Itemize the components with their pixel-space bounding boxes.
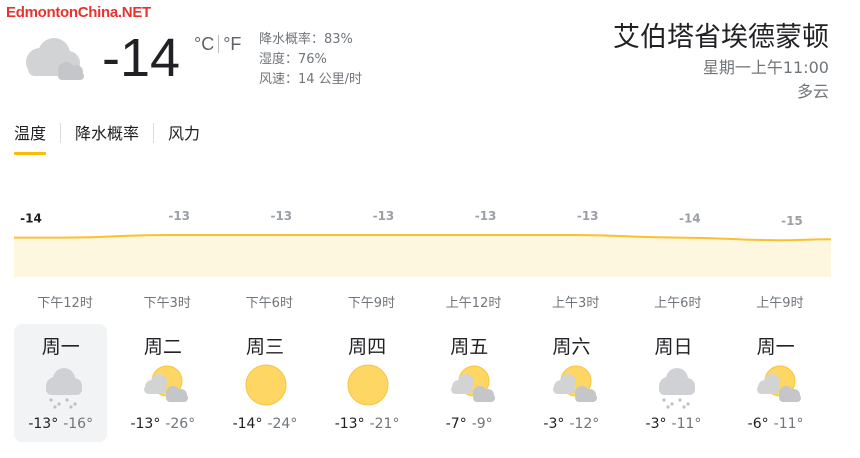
location-info: 艾伯塔省埃德蒙顿 星期一上午11:00 多云 bbox=[613, 20, 829, 104]
tab-divider bbox=[153, 122, 155, 143]
chart-data-label: -13 bbox=[475, 209, 497, 223]
snow-icon bbox=[658, 368, 695, 409]
chart-data-label: -13 bbox=[373, 209, 395, 223]
day-card[interactable]: 周二 -13° -26° bbox=[116, 324, 209, 442]
low-temp: -24° bbox=[267, 416, 298, 432]
chart-data-label: -13 bbox=[270, 209, 292, 223]
chart-data-label: -14 bbox=[20, 212, 42, 226]
tab-divider bbox=[60, 122, 62, 143]
day-name: 周四 bbox=[348, 336, 387, 358]
time-axis: 下午12时 下午3时 下午6时 下午9时 上午12时 上午3时 上午6时 上午9时 bbox=[14, 292, 831, 312]
day-card[interactable]: 周一 -13° -16° bbox=[14, 324, 108, 442]
weather-details: 降水概率：83% 湿度：76% 风速：14 公里/时 bbox=[259, 30, 362, 90]
time-label: 上午3时 bbox=[552, 296, 600, 311]
day-temps: -7° -9° bbox=[423, 416, 516, 432]
low-temp: -21° bbox=[369, 416, 400, 432]
partly-cloudy-icon bbox=[144, 365, 189, 402]
unit-fahrenheit[interactable]: °F bbox=[223, 34, 241, 54]
time-label: 下午6时 bbox=[245, 296, 293, 311]
current-temperature: -14 bbox=[102, 28, 181, 88]
location-name: 艾伯塔省埃德蒙顿 bbox=[613, 22, 829, 53]
unit-celsius[interactable]: °C bbox=[194, 34, 214, 54]
unit-divider bbox=[218, 35, 220, 53]
day-card[interactable]: 周五 -7° -9° bbox=[423, 324, 516, 442]
day-name: 周日 bbox=[654, 336, 693, 358]
time-label: 上午12时 bbox=[445, 296, 502, 311]
location-time: 星期一上午11:00 bbox=[702, 58, 829, 77]
day-name: 周六 bbox=[552, 336, 591, 358]
day-card[interactable]: 周四 -13° -21° bbox=[320, 324, 413, 442]
chart-data-label: -15 bbox=[781, 214, 803, 228]
chart-data-label: -14 bbox=[679, 212, 701, 226]
high-temp: -7° bbox=[445, 416, 467, 432]
day-temps: -13° -26° bbox=[116, 416, 209, 432]
cloudy-icon bbox=[26, 38, 84, 80]
time-label: 上午6时 bbox=[654, 296, 702, 311]
location-condition: 多云 bbox=[796, 82, 829, 101]
sunny-icon bbox=[245, 364, 287, 406]
partly-cloudy-icon bbox=[450, 365, 495, 402]
tab-precipitation[interactable]: 降水概率 bbox=[75, 116, 139, 155]
high-temp: -14° bbox=[232, 416, 263, 432]
high-temp: -13° bbox=[130, 416, 161, 432]
tab-wind[interactable]: 风力 bbox=[168, 116, 200, 155]
day-name: 周三 bbox=[245, 336, 284, 358]
tab-temperature[interactable]: 温度 bbox=[14, 116, 47, 155]
high-temp: -3° bbox=[645, 416, 667, 432]
unit-switcher: °C °F bbox=[194, 34, 241, 55]
day-card[interactable]: 周日 -3° -11° bbox=[627, 324, 720, 442]
partly-cloudy-icon bbox=[756, 365, 801, 402]
day-name: 周二 bbox=[143, 336, 182, 358]
day-temps: -14° -24° bbox=[218, 416, 311, 432]
low-temp: -9° bbox=[471, 416, 493, 432]
high-temp: -13° bbox=[334, 416, 365, 432]
metric-tabs: 温度 降水概率 风力 bbox=[14, 116, 200, 155]
time-label: 下午9时 bbox=[347, 296, 396, 311]
time-label: 上午9时 bbox=[756, 296, 804, 311]
site-watermark: EdmontonChina.NET bbox=[6, 4, 151, 21]
time-label: 下午3时 bbox=[143, 296, 191, 311]
day-temps: -13° -21° bbox=[320, 416, 413, 432]
low-temp: -12° bbox=[569, 416, 600, 432]
low-temp: -11° bbox=[671, 416, 702, 432]
day-name: 周一 bbox=[756, 336, 795, 358]
snow-icon bbox=[46, 368, 82, 409]
high-temp: -13° bbox=[28, 416, 59, 432]
wind-text: 风速：14 公里/时 bbox=[259, 72, 363, 87]
day-temps: -13° -16° bbox=[14, 416, 107, 432]
chart-data-label: -13 bbox=[168, 209, 190, 223]
low-temp: -11° bbox=[773, 416, 804, 432]
day-card[interactable]: 周一 -6° -11° bbox=[729, 324, 822, 442]
chart-data-label: -13 bbox=[577, 209, 599, 223]
partly-cloudy-icon bbox=[552, 365, 597, 402]
sunny-icon bbox=[347, 364, 389, 406]
day-card[interactable]: 周三 -14° -24° bbox=[218, 324, 311, 442]
daily-forecast: 周一 -13° -16° 周二 -13° -26° 周三 -14° -24° 周四 -13° -21°… bbox=[14, 324, 831, 442]
low-temp: -16° bbox=[63, 416, 94, 432]
day-card[interactable]: 周六 -3° -12° bbox=[525, 324, 618, 442]
high-temp: -3° bbox=[543, 416, 565, 432]
day-name: 周五 bbox=[450, 336, 489, 358]
day-temps: -6° -11° bbox=[729, 416, 822, 432]
temperature-chart: -14 -13 -13 -13 -13 -13 -14 -15 bbox=[14, 209, 831, 277]
time-label: 下午12时 bbox=[37, 296, 93, 311]
humidity-text: 湿度：76% bbox=[259, 52, 327, 67]
precipitation-text: 降水概率：83% bbox=[259, 32, 353, 47]
day-temps: -3° -11° bbox=[627, 416, 720, 432]
chart-area bbox=[14, 235, 831, 277]
low-temp: -26° bbox=[165, 416, 196, 432]
day-name: 周一 bbox=[41, 336, 80, 358]
high-temp: -6° bbox=[747, 416, 769, 432]
day-temps: -3° -12° bbox=[525, 416, 618, 432]
